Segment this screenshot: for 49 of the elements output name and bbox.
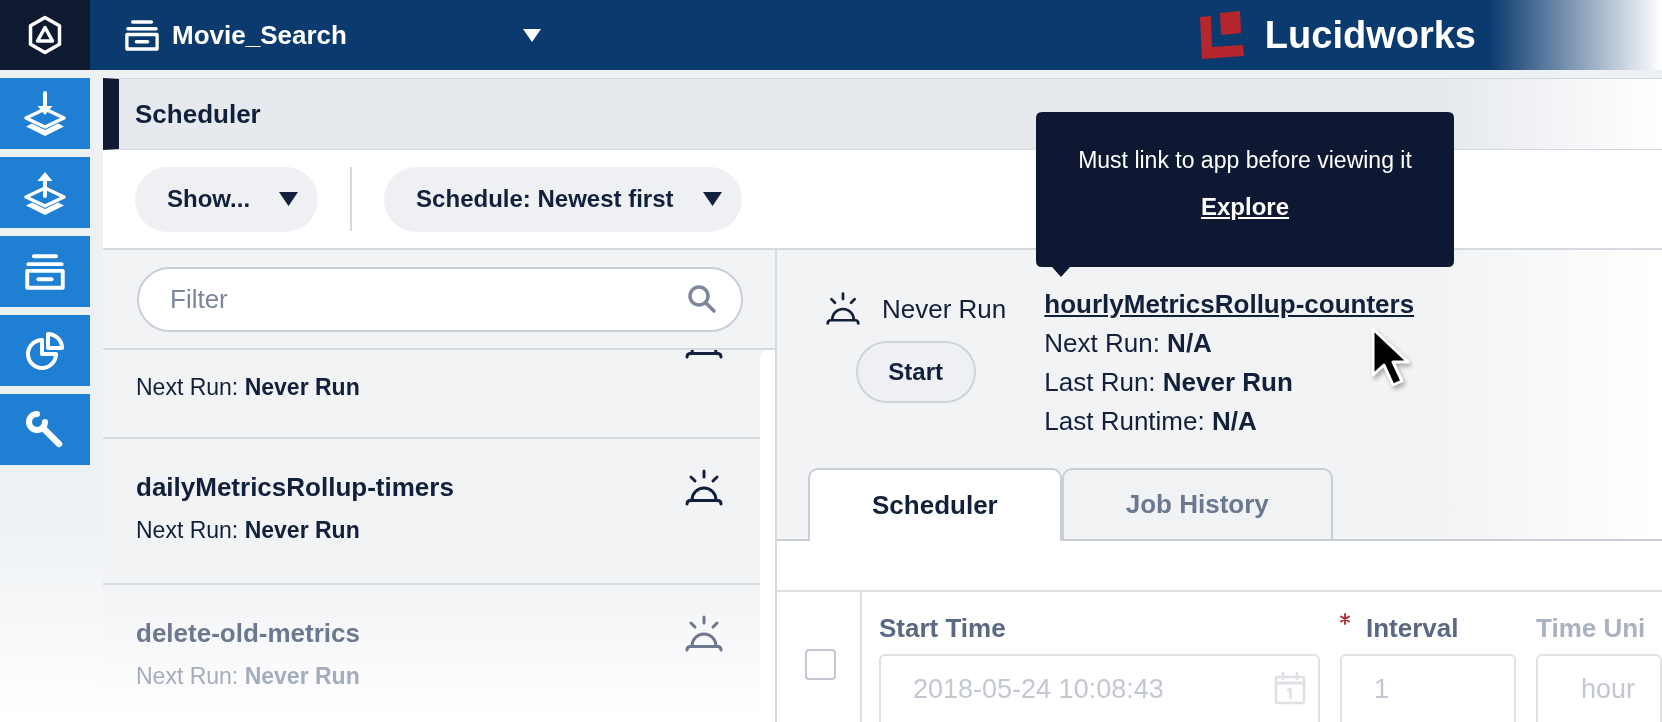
panel-title: Scheduler (135, 98, 261, 130)
app-selector[interactable]: Movie_Search (90, 0, 560, 70)
field-label: Time Uni (1536, 613, 1646, 643)
field-label: Interval (1366, 613, 1459, 643)
dropdown-button[interactable]: Schedule: Newest first (384, 166, 742, 232)
sidebar-button[interactable] (0, 315, 90, 386)
explore-link[interactable]: Explore (1201, 191, 1289, 223)
checkbox[interactable] (805, 649, 836, 680)
job-name-link[interactable]: hourlyMetricsRollup-counters (1044, 285, 1415, 324)
job-name: delete-old-metrics (136, 618, 360, 648)
next-run-text: Next Run: Never Run (136, 517, 360, 543)
home-button[interactable] (0, 0, 90, 70)
calendar-icon (1274, 671, 1306, 705)
tab[interactable]: Scheduler (808, 468, 1062, 541)
wrench-icon (25, 409, 65, 450)
brand-logo-icon (1198, 11, 1245, 59)
job-detail-text: Last Runtime: N/A (1044, 405, 1257, 438)
hexagon-logo-icon (27, 15, 63, 55)
sunrise-icon (825, 291, 861, 327)
job-list-item[interactable]: Next Run: Never Run (103, 350, 760, 439)
start-button[interactable]: Start (855, 341, 976, 403)
next-run-text: Next Run: Never Run (136, 374, 360, 400)
job-detail-text: Next Run: N/A (1044, 327, 1212, 360)
search-icon (687, 284, 717, 314)
sunrise-icon (684, 468, 724, 508)
caret-icon (702, 192, 722, 206)
dropdown-button[interactable]: Show... (135, 166, 319, 232)
job-name: dailyMetricsRollup-timers (136, 472, 454, 502)
job-detail-text: Last Run: Never Run (1044, 366, 1293, 399)
caret-icon (279, 192, 299, 206)
tab[interactable]: Job History (1061, 468, 1333, 539)
stacked-box-icon (25, 253, 65, 290)
filter-field[interactable]: Filter (137, 267, 743, 332)
layers-down-arrow-icon (23, 90, 67, 137)
caret-icon (523, 28, 541, 42)
tooltip-message: Must link to app before viewing it (1078, 146, 1412, 175)
sunrise-icon (684, 614, 724, 654)
sidebar-button[interactable] (0, 394, 90, 465)
field-label: Start Time (879, 613, 1006, 643)
sidebar-button[interactable] (0, 157, 90, 228)
sidebar-button[interactable] (0, 78, 90, 149)
sunrise-icon (684, 350, 724, 359)
stacked-box-icon (125, 19, 159, 51)
next-run-text: Next Run: Never Run (136, 663, 360, 689)
pie-chart-icon (25, 330, 65, 371)
brand-name: Lucidworks (1264, 13, 1476, 57)
job-status: Never Run (882, 293, 1007, 325)
sidebar-button[interactable] (0, 236, 90, 307)
job-list-item[interactable]: delete-old-metrics Next Run: Never Run (103, 585, 760, 722)
